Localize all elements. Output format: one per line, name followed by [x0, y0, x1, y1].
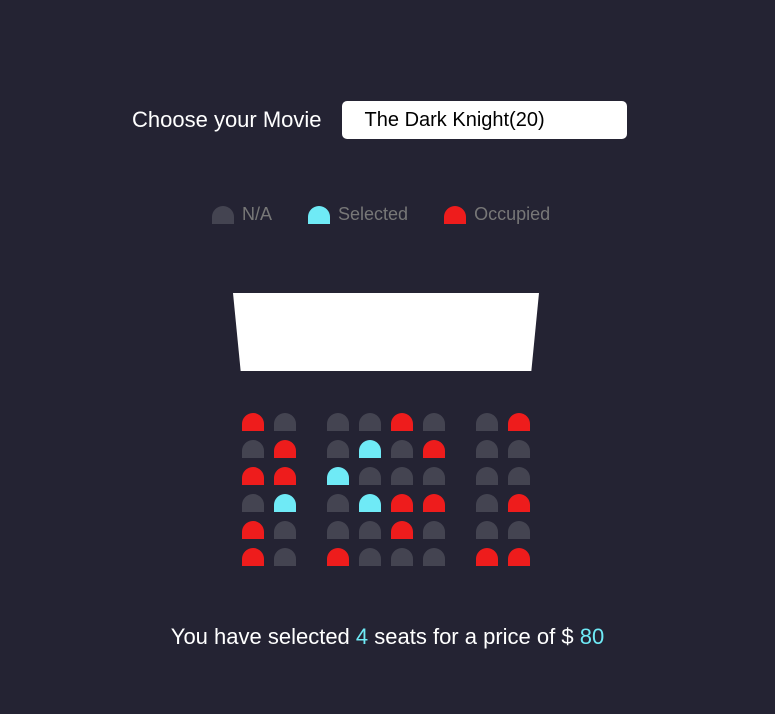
seat[interactable]: [423, 467, 445, 485]
seat-row: [242, 494, 540, 512]
seat[interactable]: [476, 413, 498, 431]
seat: [391, 413, 413, 431]
seat[interactable]: [242, 440, 264, 458]
seat[interactable]: [359, 467, 381, 485]
legend-label: N/A: [242, 204, 273, 224]
seat: [391, 521, 413, 539]
seat[interactable]: [359, 413, 381, 431]
cinema-screen: [233, 293, 539, 371]
seat-row: [242, 467, 540, 485]
seat: [242, 548, 264, 566]
seat: [242, 521, 264, 539]
seat[interactable]: [327, 494, 349, 512]
seat: [391, 494, 413, 512]
movie-picker-row: Choose your Movie The Dark Knight(20): [132, 101, 627, 139]
movie-select[interactable]: The Dark Knight(20): [341, 101, 627, 139]
seat: [476, 548, 498, 566]
seat: [242, 467, 264, 485]
seat[interactable]: [476, 494, 498, 512]
legend-seat-icon: [444, 205, 467, 224]
seat: [274, 440, 296, 458]
total-price: 80: [579, 624, 605, 649]
seat[interactable]: [508, 521, 530, 539]
seat-row: [242, 440, 540, 458]
legend-seat-icon: [212, 205, 234, 224]
seat-row: [242, 548, 540, 566]
seat-row: [242, 521, 540, 539]
legend-label: Occupied: [474, 204, 551, 224]
seat[interactable]: [476, 467, 498, 485]
legend-seat-icon: [308, 205, 331, 224]
seat: [508, 413, 530, 431]
seat-legend: N/A Selected Occupied: [212, 204, 550, 225]
seat[interactable]: [508, 467, 530, 485]
seat[interactable]: [327, 521, 349, 539]
legend-item-na: N/A: [212, 204, 272, 225]
seat[interactable]: [423, 548, 445, 566]
seat[interactable]: [359, 440, 381, 458]
movie-label: Choose your Movie: [132, 107, 322, 132]
seat[interactable]: [476, 521, 498, 539]
seat: [508, 548, 530, 566]
seat[interactable]: [359, 521, 381, 539]
seat[interactable]: [391, 467, 413, 485]
movie-seat-booking-app: Choose your Movie The Dark Knight(20) N/…: [0, 0, 775, 714]
seat[interactable]: [327, 413, 349, 431]
seat: [508, 494, 530, 512]
seat[interactable]: [476, 440, 498, 458]
seat[interactable]: [359, 494, 381, 512]
seat[interactable]: [391, 440, 413, 458]
seat[interactable]: [274, 494, 296, 512]
seat: [423, 440, 445, 458]
summary-middle: seats for a price of $: [368, 624, 580, 649]
legend-item-selected: Selected: [308, 204, 408, 225]
legend-label: Selected: [338, 204, 409, 224]
seat: [327, 548, 349, 566]
seat[interactable]: [274, 521, 296, 539]
summary-prefix: You have selected: [170, 624, 356, 649]
legend-item-occupied: Occupied: [444, 204, 550, 225]
seat: [423, 494, 445, 512]
seat[interactable]: [359, 548, 381, 566]
selection-summary: You have selected 4 seats for a price of…: [0, 624, 775, 650]
seat-row: [242, 413, 540, 431]
seat: [242, 413, 264, 431]
seat[interactable]: [423, 521, 445, 539]
seat[interactable]: [508, 440, 530, 458]
seat[interactable]: [423, 413, 445, 431]
seat[interactable]: [327, 467, 349, 485]
seat[interactable]: [274, 548, 296, 566]
seat[interactable]: [391, 548, 413, 566]
seat[interactable]: [327, 440, 349, 458]
seat-map: [242, 413, 540, 575]
selected-seat-count: 4: [355, 624, 369, 649]
seat[interactable]: [274, 413, 296, 431]
seat[interactable]: [242, 494, 264, 512]
seat: [274, 467, 296, 485]
